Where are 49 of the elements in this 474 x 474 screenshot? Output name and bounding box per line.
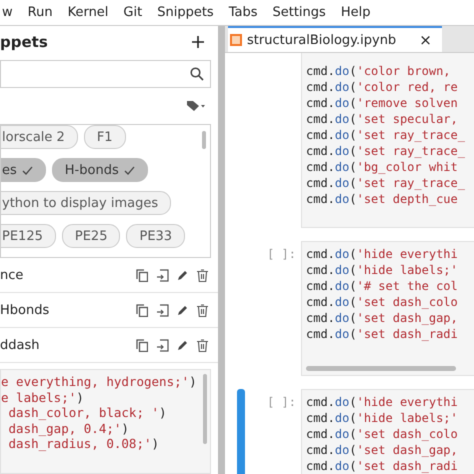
scrollbar[interactable] xyxy=(202,131,206,149)
trash-icon[interactable] xyxy=(197,304,208,316)
copy-icon[interactable] xyxy=(136,304,148,316)
code-cell[interactable]: cmd.do('color brown, cmd.do('color red, re cmd.do('remove solven cmd.do('set specular, cmd.do('set ray_trace_ cmd.do('set ray_trace_ cmd.do('bg_color whit cmd.do('set ray_trace_ cmd.do('set depth_cue xyxy=(301,53,474,228)
search-field[interactable] xyxy=(0,60,211,88)
insert-icon[interactable] xyxy=(156,304,169,316)
pencil-icon[interactable] xyxy=(177,269,189,281)
menu-item[interactable]: Settings xyxy=(272,5,326,20)
pencil-icon[interactable] xyxy=(177,339,189,351)
tag-chip[interactable]: es xyxy=(1,158,46,182)
check-icon xyxy=(124,166,135,174)
copy-icon[interactable] xyxy=(136,268,148,282)
pencil-icon[interactable] xyxy=(177,304,189,316)
trash-icon[interactable] xyxy=(197,338,208,352)
tag-chip[interactable]: F1 xyxy=(84,125,126,149)
tag-chip[interactable]: ython to display images xyxy=(1,191,172,215)
code-preview: e everything, hydrogens;') e labels;') dash_color, black; ') dash_gap, 0.4;') dash_radius, 0.08;') xyxy=(0,369,211,474)
tag-chip[interactable]: PE25 xyxy=(62,224,120,248)
snippet-name[interactable]: Hbonds xyxy=(0,302,50,318)
menu-item[interactable]: Snippets xyxy=(157,5,214,20)
snippet-name[interactable]: nce xyxy=(0,268,24,282)
tag-chip[interactable]: lorscale 2 xyxy=(1,125,78,149)
cell-prompt: [ ]: xyxy=(267,395,296,409)
check-icon xyxy=(22,166,33,174)
scrollbar[interactable] xyxy=(306,366,456,371)
insert-icon[interactable] xyxy=(156,338,169,352)
menu-item[interactable]: Kernel xyxy=(68,5,108,20)
snippet-name[interactable]: ddash xyxy=(0,338,40,352)
code-cell[interactable]: cmd.do('hide everythi cmd.do('hide labels;' cmd.do('set dash_colo cmd.do('set dash_gap, cmd.do('set dash_radi xyxy=(301,389,474,474)
tag-dropdown-icon[interactable] xyxy=(186,100,206,112)
tag-chip[interactable]: H-bonds xyxy=(52,158,148,182)
insert-icon[interactable] xyxy=(156,268,169,282)
menu-item[interactable]: Run xyxy=(28,5,53,20)
search-icon xyxy=(190,67,204,81)
add-icon[interactable] xyxy=(192,36,204,48)
trash-icon[interactable] xyxy=(197,268,208,282)
close-icon[interactable]: × xyxy=(419,31,432,49)
copy-icon[interactable] xyxy=(136,338,148,352)
menu-item[interactable]: Help xyxy=(340,5,370,20)
menu-item[interactable]: w xyxy=(2,5,13,20)
notebook-icon xyxy=(230,34,242,46)
cell-prompt: [ ]: xyxy=(267,247,296,261)
menu-item[interactable]: Tabs xyxy=(228,5,258,20)
menu-item[interactable]: Git xyxy=(123,5,142,20)
tag-chip[interactable]: PE33 xyxy=(126,224,186,248)
notebook-tab[interactable]: structuralBiology.ipynb × xyxy=(228,26,442,52)
panel-title: ppets xyxy=(0,33,48,51)
tag-chip[interactable]: PE125 xyxy=(1,224,56,248)
code-cell[interactable]: cmd.do('hide everythi cmd.do('hide labels;' cmd.do('# set the col cmd.do('set dash_colo cmd.do('set dash_gap, cmd.do('set dash_radi xyxy=(301,241,474,376)
